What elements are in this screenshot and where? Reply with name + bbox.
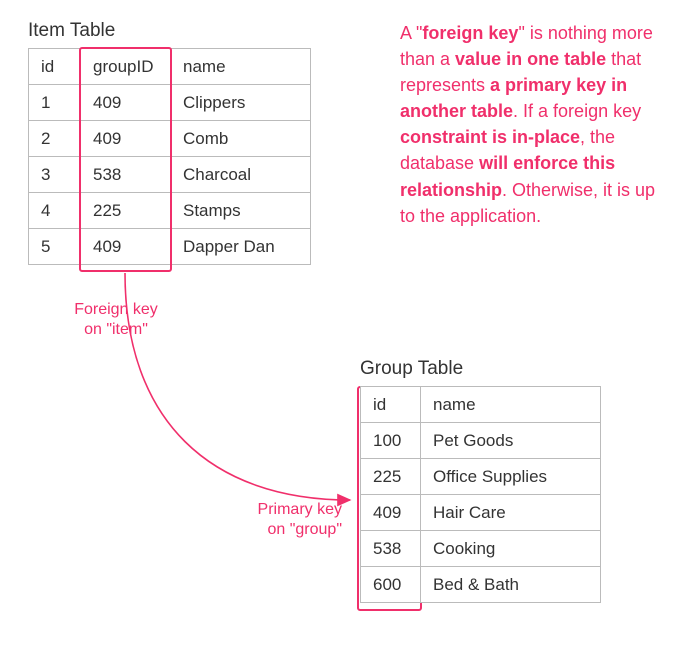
cell: 409: [361, 495, 421, 531]
table-row: 100Pet Goods: [361, 423, 601, 459]
group-table-block: Group Table id name 100Pet Goods 225Offi…: [360, 358, 601, 603]
cell: Clippers: [171, 85, 311, 121]
cell: Stamps: [171, 193, 311, 229]
label-line: on "item": [84, 321, 148, 338]
cell: 3: [29, 157, 81, 193]
note-bold: foreign key: [422, 23, 518, 43]
cell: Charcoal: [171, 157, 311, 193]
table-header-row: id groupID name: [29, 49, 311, 85]
explainer-note: A "foreign key" is nothing more than a v…: [400, 20, 670, 229]
cell: Office Supplies: [421, 459, 601, 495]
cell: 4: [29, 193, 81, 229]
cell: 225: [81, 193, 171, 229]
cell: 538: [361, 531, 421, 567]
cell: 409: [81, 121, 171, 157]
cell: Hair Care: [421, 495, 601, 531]
cell: Comb: [171, 121, 311, 157]
cell: 5: [29, 229, 81, 265]
col-id: id: [29, 49, 81, 85]
table-row: 1409Clippers: [29, 85, 311, 121]
cell: 409: [81, 229, 171, 265]
cell: 600: [361, 567, 421, 603]
note-text: . If a foreign key: [513, 101, 641, 121]
group-table-title: Group Table: [360, 358, 601, 380]
foreign-key-label: Foreign key on "item": [56, 300, 176, 340]
table-row: 5409Dapper Dan: [29, 229, 311, 265]
table-row: 225Office Supplies: [361, 459, 601, 495]
col-name: name: [421, 387, 601, 423]
table-row: 3538Charcoal: [29, 157, 311, 193]
label-line: Primary key: [258, 501, 342, 518]
note-text: A ": [400, 23, 422, 43]
cell: Dapper Dan: [171, 229, 311, 265]
label-line: Foreign key: [74, 301, 158, 318]
cell: Bed & Bath: [421, 567, 601, 603]
cell: 538: [81, 157, 171, 193]
note-bold: value in one table: [455, 49, 606, 69]
cell: Pet Goods: [421, 423, 601, 459]
primary-key-label: Primary key on "group": [232, 500, 342, 540]
cell: 409: [81, 85, 171, 121]
cell: 1: [29, 85, 81, 121]
table-row: 409Hair Care: [361, 495, 601, 531]
col-name: name: [171, 49, 311, 85]
col-groupid: groupID: [81, 49, 171, 85]
cell: 2: [29, 121, 81, 157]
item-table: id groupID name 1409Clippers 2409Comb 35…: [28, 48, 311, 265]
item-table-title: Item Table: [28, 20, 311, 42]
table-row: 538Cooking: [361, 531, 601, 567]
group-table: id name 100Pet Goods 225Office Supplies …: [360, 386, 601, 603]
table-row: 600Bed & Bath: [361, 567, 601, 603]
label-line: on "group": [267, 521, 342, 538]
table-row: 2409Comb: [29, 121, 311, 157]
cell: 225: [361, 459, 421, 495]
note-bold: constraint is in-place: [400, 127, 580, 147]
table-header-row: id name: [361, 387, 601, 423]
item-table-block: Item Table id groupID name 1409Clippers …: [28, 20, 311, 265]
table-row: 4225Stamps: [29, 193, 311, 229]
cell: 100: [361, 423, 421, 459]
cell: Cooking: [421, 531, 601, 567]
col-id: id: [361, 387, 421, 423]
